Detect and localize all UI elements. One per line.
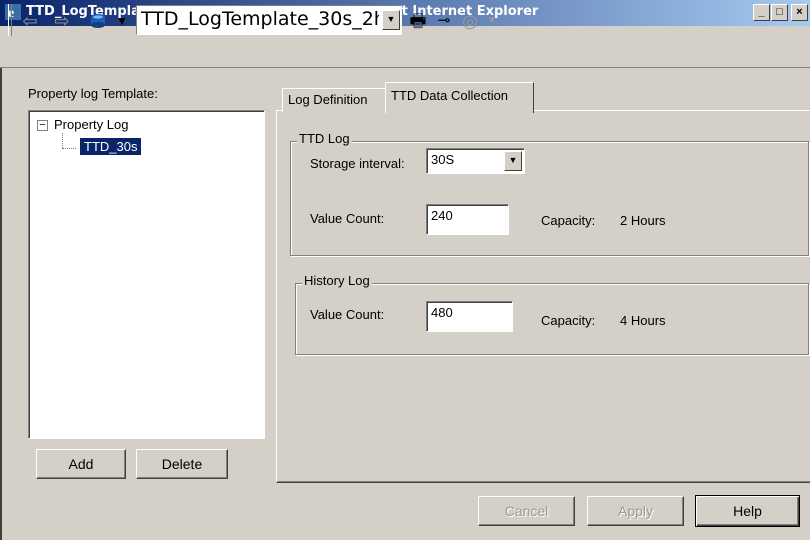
- window-left-border: [0, 68, 2, 540]
- storage-interval-value: 30S: [431, 152, 455, 167]
- tree-connector-line: [62, 133, 63, 148]
- chevron-down-icon[interactable]: ▼: [504, 151, 522, 171]
- history-capacity-value: 4 Hours: [620, 313, 666, 328]
- property-log-tree[interactable]: − Property Log TTD_30s: [28, 110, 265, 439]
- ttd-value-count-input[interactable]: 240: [426, 204, 509, 235]
- history-capacity-label: Capacity:: [541, 313, 596, 328]
- help-button[interactable]: Help: [695, 495, 800, 527]
- property-log-template-label: Property log Template:: [28, 86, 158, 101]
- view-icon[interactable]: ◎: [458, 9, 482, 33]
- tree-connector-line: [62, 148, 76, 149]
- minimize-button[interactable]: _: [753, 4, 770, 21]
- apply-button[interactable]: Apply: [587, 496, 684, 526]
- storage-interval-label: Storage interval:: [310, 156, 405, 171]
- add-button[interactable]: Add: [36, 449, 126, 479]
- address-input[interactable]: TTD_LogTemplate_30s_2h:L: [141, 8, 379, 30]
- close-button[interactable]: ×: [791, 4, 808, 21]
- tree-node-property-log[interactable]: Property Log: [54, 117, 128, 132]
- ttd-capacity-value: 2 Hours: [620, 213, 666, 228]
- tree-collapse-icon[interactable]: −: [37, 120, 48, 131]
- back-arrow-icon[interactable]: ⇦: [18, 9, 42, 33]
- cancel-button[interactable]: Cancel: [478, 496, 575, 526]
- ttd-log-legend: TTD Log: [297, 131, 352, 146]
- database-icon[interactable]: [86, 9, 110, 33]
- tab-ttd-data-collection[interactable]: TTD Data Collection: [385, 82, 534, 113]
- tree-node-ttd-30s[interactable]: TTD_30s: [78, 137, 143, 156]
- delete-button[interactable]: Delete: [136, 449, 228, 479]
- history-log-legend: History Log: [302, 273, 372, 288]
- pin-icon[interactable]: ⊸: [432, 9, 456, 33]
- ttd-capacity-label: Capacity:: [541, 213, 596, 228]
- address-combo[interactable]: TTD_LogTemplate_30s_2h:L ▼: [136, 5, 402, 35]
- tab-log-definition[interactable]: Log Definition: [282, 88, 386, 112]
- chevron-down-icon[interactable]: ▼: [110, 9, 134, 33]
- ttd-value-count-label: Value Count:: [310, 211, 385, 226]
- history-value-count-label: Value Count:: [310, 307, 385, 322]
- print-icon[interactable]: 🖶: [406, 9, 430, 33]
- address-dropdown-button[interactable]: ▼: [382, 10, 400, 30]
- forward-arrow-icon[interactable]: ⇨: [50, 9, 74, 33]
- toolbar-grip[interactable]: [8, 4, 12, 36]
- storage-interval-select[interactable]: 30S ▼: [426, 148, 525, 174]
- maximize-button[interactable]: □: [771, 4, 788, 21]
- history-value-count-input[interactable]: 480: [426, 301, 513, 332]
- chevron-down-icon[interactable]: ▼: [480, 9, 504, 33]
